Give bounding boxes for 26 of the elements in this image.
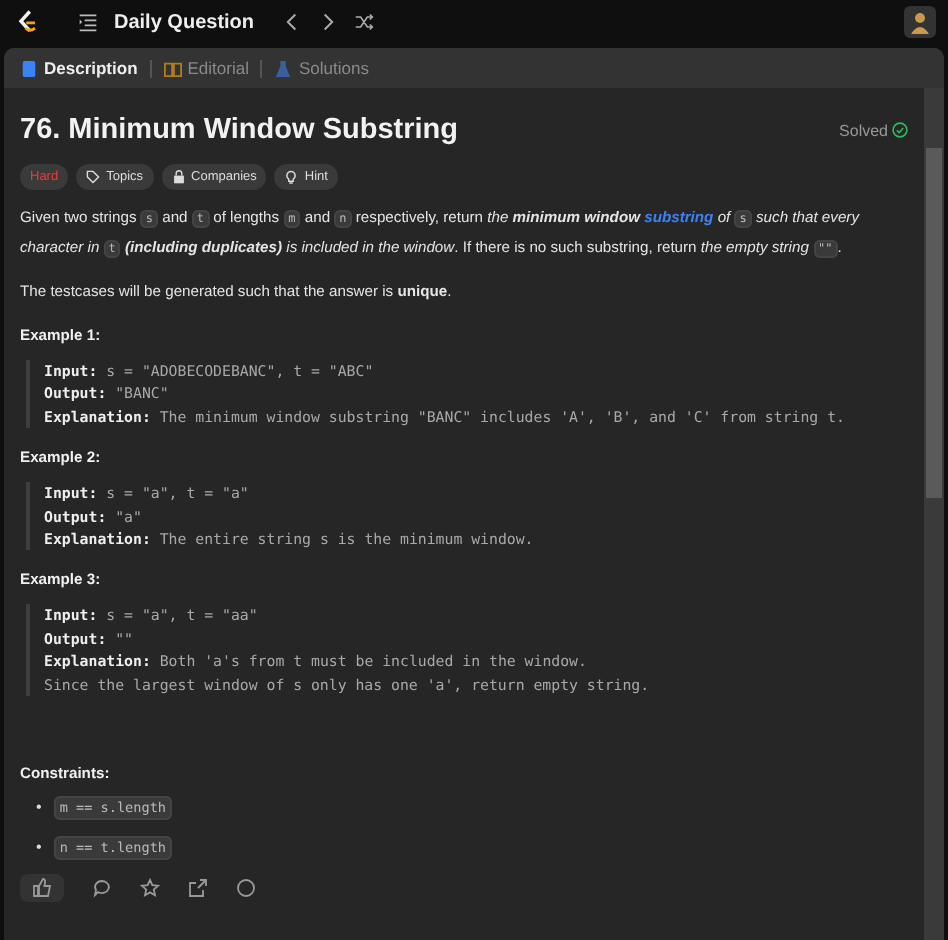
thumbs-up-icon	[32, 878, 52, 899]
share-icon[interactable]	[188, 878, 208, 899]
tag-icon	[86, 170, 101, 184]
list-icon[interactable]	[78, 12, 98, 32]
daily-question-link[interactable]: Daily Question	[114, 11, 255, 33]
shuffle-icon[interactable]	[354, 12, 375, 32]
tab[interactable]: Editorial	[159, 58, 253, 78]
scrollbar[interactable]	[924, 88, 944, 940]
bullet: •	[36, 838, 42, 857]
star-icon[interactable]	[140, 878, 160, 899]
like-button[interactable]	[20, 874, 64, 903]
lightbulb-icon	[284, 170, 299, 184]
problem-title: 76. Minimum Window Substring	[20, 114, 458, 146]
tab[interactable]: Solutions	[270, 58, 373, 78]
help-icon[interactable]	[236, 878, 256, 899]
flask-icon	[274, 59, 293, 77]
book-icon	[163, 59, 182, 77]
solved-status: Solved	[839, 121, 908, 139]
document-icon	[20, 59, 38, 77]
comment-icon[interactable]	[92, 878, 112, 899]
bullet: •	[36, 798, 42, 817]
check-icon	[892, 122, 908, 138]
tab[interactable]: Description	[16, 58, 142, 78]
next-icon[interactable]	[318, 12, 339, 32]
lock-icon	[171, 170, 186, 184]
avatar-icon[interactable]	[904, 6, 936, 38]
